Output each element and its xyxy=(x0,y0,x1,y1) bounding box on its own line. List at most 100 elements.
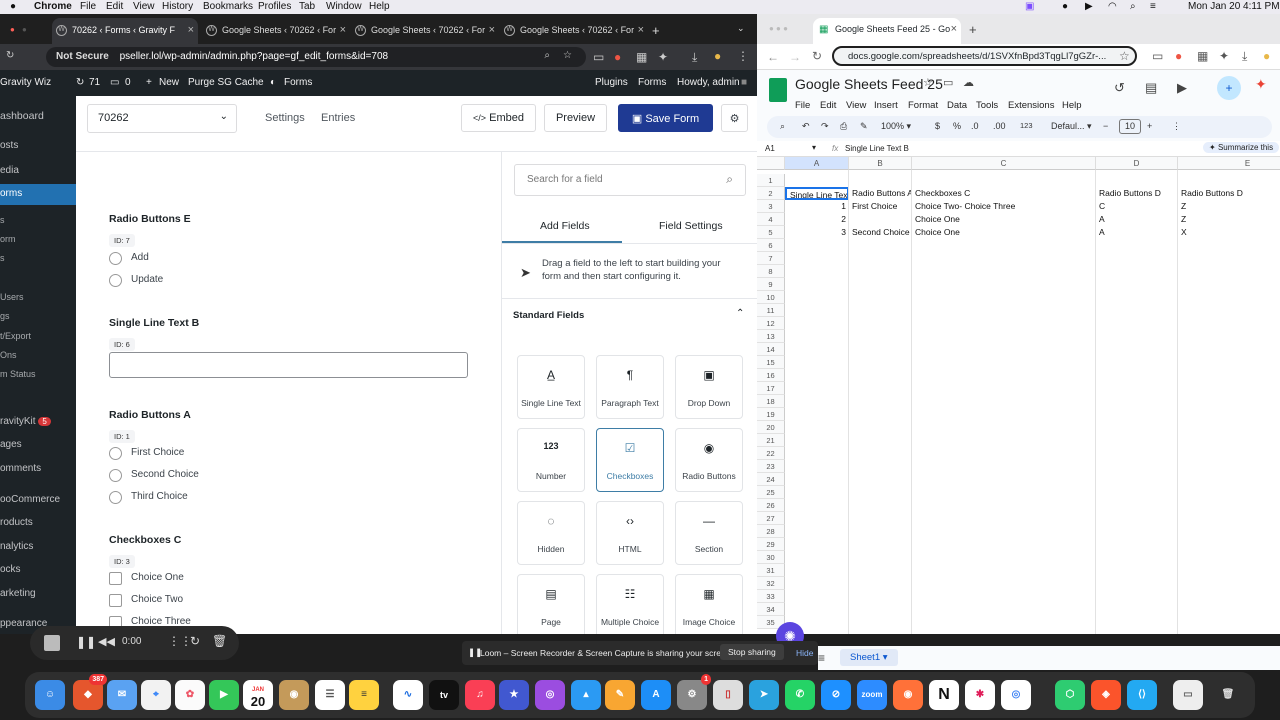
column-header-c[interactable]: C xyxy=(912,157,1096,170)
sidebar-sub-settings[interactable]: gs xyxy=(0,311,10,321)
chrome-menu-icon[interactable]: ⋮ xyxy=(737,49,749,63)
stop-sharing-button[interactable]: Stop sharing xyxy=(720,644,784,660)
row-header[interactable]: 31 xyxy=(757,564,785,577)
undo-icon[interactable]: ↶ xyxy=(802,121,810,132)
cell-c2[interactable]: Choice Two- Choice Three xyxy=(912,200,1096,213)
extension-red-icon[interactable]: ● xyxy=(1175,49,1182,63)
download-icon[interactable]: ⤓ xyxy=(692,50,697,65)
row-header[interactable]: 9 xyxy=(757,278,785,291)
brave-icon[interactable]: ◈ xyxy=(1091,680,1121,710)
extension-icon[interactable]: ▭ xyxy=(593,50,604,64)
sidebar-sub-new-form[interactable]: orm xyxy=(0,234,16,244)
row-header[interactable]: 33 xyxy=(757,590,785,603)
all-sheets-icon[interactable]: ≡ xyxy=(818,651,825,665)
zoom-icon[interactable]: zoom xyxy=(857,680,887,710)
row-header[interactable]: 3 xyxy=(757,200,785,213)
menu-edit[interactable]: Edit xyxy=(820,100,836,111)
menu-profiles[interactable]: Profiles xyxy=(258,1,291,12)
row-header[interactable]: 28 xyxy=(757,525,785,538)
cell-d1[interactable]: Radio Buttons D xyxy=(1096,187,1178,200)
field-card-multiple-choice[interactable]: ☷ Multiple Choice xyxy=(596,574,664,634)
apple-tv-icon[interactable]: tv xyxy=(429,680,459,710)
reminders-icon[interactable]: ☰ xyxy=(315,680,345,710)
font-size-input[interactable]: 10 xyxy=(1119,119,1141,134)
admin-avatar[interactable]: ■ xyxy=(741,77,747,88)
gemini-icon[interactable]: ✦ xyxy=(1255,76,1267,93)
column-header-b[interactable]: B xyxy=(849,157,912,170)
maps-icon[interactable]: ⌖ xyxy=(141,680,171,710)
finder-icon[interactable]: ☺ xyxy=(35,680,65,710)
row-header[interactable]: 27 xyxy=(757,512,785,525)
font-select[interactable]: Defaul... ▾ xyxy=(1051,121,1092,132)
profile-avatar-icon[interactable]: ● xyxy=(1263,49,1270,63)
tab-google-sheets-1[interactable]: W Google Sheets ‹ 70262 ‹ For × xyxy=(202,18,350,44)
row-header[interactable]: 14 xyxy=(757,343,785,356)
cell-b2[interactable]: First Choice xyxy=(849,200,912,213)
cell-d4[interactable]: A xyxy=(1096,226,1178,239)
menu-edit[interactable]: Edit xyxy=(106,1,123,12)
forms-logo-icon[interactable]: ◐ xyxy=(270,77,276,88)
notes-icon[interactable]: ≡ xyxy=(349,680,379,710)
radio-input[interactable] xyxy=(109,491,122,504)
minimize-window-icon[interactable]: ● xyxy=(22,25,27,34)
new-tab-icon[interactable]: + xyxy=(969,22,977,37)
keynote-icon[interactable]: ▴ xyxy=(571,680,601,710)
chevron-up-icon[interactable]: ⌃ xyxy=(736,308,744,319)
download-icon[interactable]: ⤓ xyxy=(1242,49,1247,64)
row-header[interactable]: 29 xyxy=(757,538,785,551)
sidebar-item-pages[interactable]: ages xyxy=(0,439,22,450)
music-icon[interactable]: ♫ xyxy=(465,680,495,710)
sidebar-sub-addons[interactable]: Ons xyxy=(0,350,17,360)
field-card-number[interactable]: 123 Number xyxy=(517,428,585,492)
cell-e1[interactable]: Radio Buttons D xyxy=(1178,187,1278,200)
facetime-icon[interactable]: ▶ xyxy=(209,680,239,710)
star-icon[interactable]: ☆ xyxy=(923,76,933,89)
trash-icon[interactable]: 🗑 xyxy=(212,634,227,648)
field-card-paragraph-text[interactable]: ¶ Paragraph Text xyxy=(596,355,664,419)
sidebar-item-products[interactable]: roducts xyxy=(0,517,33,528)
sidebar-item-media[interactable]: edia xyxy=(0,165,19,176)
row-header[interactable]: 10 xyxy=(757,291,785,304)
cell-c1[interactable]: Checkboxes C xyxy=(912,187,1096,200)
cell-a3[interactable]: 2 xyxy=(785,213,849,226)
checkbox-input[interactable] xyxy=(109,572,122,585)
menu-window[interactable]: Window xyxy=(326,1,362,12)
whatsapp-icon[interactable]: ✆ xyxy=(785,680,815,710)
sheet-tab-sheet1[interactable]: Sheet1 ▾ xyxy=(840,649,898,666)
freeform-icon[interactable]: ∿ xyxy=(393,680,423,710)
tab-add-fields[interactable]: Add Fields xyxy=(540,220,590,232)
form-settings-gear-button[interactable]: ⚙ xyxy=(721,104,748,132)
menu-app[interactable]: Chrome xyxy=(34,1,72,12)
forms-right-link[interactable]: Forms xyxy=(638,77,666,88)
menu-file[interactable]: File xyxy=(795,100,810,111)
paint-format-icon[interactable]: ✎ xyxy=(860,121,868,132)
updates-count[interactable]: 71 xyxy=(89,77,100,88)
cell-c4[interactable]: Choice One xyxy=(912,226,1096,239)
pause-icon[interactable]: ❚❚ xyxy=(76,635,96,649)
row-header[interactable]: 21 xyxy=(757,434,785,447)
field-label[interactable]: Single Line Text B xyxy=(109,317,199,329)
close-tab-icon[interactable]: × xyxy=(489,24,495,36)
row-header[interactable]: 7 xyxy=(757,252,785,265)
purge-cache-link[interactable]: Purge SG Cache xyxy=(188,77,264,88)
row-header[interactable]: 2 xyxy=(757,187,785,200)
search-status-icon[interactable]: ⌕ xyxy=(1130,1,1136,12)
sidebar-item-posts[interactable]: osts xyxy=(0,140,18,151)
more-formats-button[interactable]: 123 xyxy=(1020,121,1033,130)
settings-link[interactable]: Settings xyxy=(265,112,305,124)
field-label[interactable]: Radio Buttons E xyxy=(109,213,191,225)
single-line-text-input[interactable] xyxy=(109,352,468,378)
entries-link[interactable]: Entries xyxy=(321,112,355,124)
cell-a1[interactable]: Single Line Text xyxy=(785,187,849,200)
sidebar-item-woocommerce[interactable]: ooCommerce xyxy=(0,494,60,505)
row-header[interactable]: 16 xyxy=(757,369,785,382)
tab-google-sheets-3[interactable]: W Google Sheets ‹ 70262 ‹ For × xyxy=(500,18,648,44)
save-form-button[interactable]: ▣ Save Form xyxy=(618,104,713,132)
forms-link[interactable]: Forms xyxy=(284,77,312,88)
drag-handle-icon[interactable]: ⋮⋮ xyxy=(168,634,192,648)
row-header[interactable]: 25 xyxy=(757,486,785,499)
safari-icon[interactable]: ⊘ xyxy=(821,680,851,710)
menu-extensions[interactable]: Extensions xyxy=(1008,100,1054,111)
field-card-checkboxes[interactable]: ☑ Checkboxes xyxy=(596,428,664,492)
hide-button[interactable]: Hide xyxy=(796,648,813,658)
